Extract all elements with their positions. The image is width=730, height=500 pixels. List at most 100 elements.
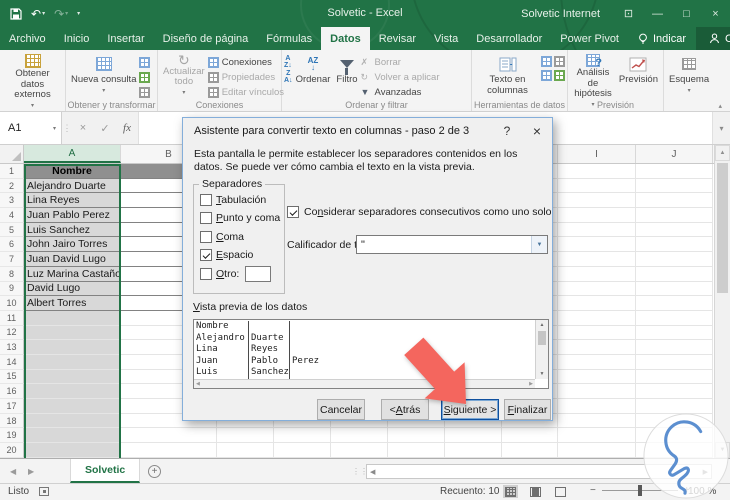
tab-fórmulas[interactable]: Fórmulas — [257, 27, 321, 50]
cell-A15[interactable] — [24, 369, 121, 385]
cell-J11[interactable] — [636, 310, 713, 326]
preview-scroll-left-icon[interactable]: ◀ — [196, 381, 200, 387]
close-button[interactable]: × — [701, 0, 730, 27]
cell-J4[interactable] — [636, 208, 713, 223]
cell-I11[interactable] — [558, 310, 636, 326]
row-header-7[interactable]: 7 — [0, 252, 24, 267]
consecutive-separators-checkbox[interactable]: Considerar separadores consecutivos como… — [287, 206, 552, 218]
page-layout-view-button[interactable] — [528, 485, 543, 498]
reapply-button[interactable]: ↻ Volver a aplicar — [361, 70, 440, 84]
cell-A16[interactable] — [24, 384, 121, 399]
cell-A1[interactable]: Nombre — [24, 164, 121, 179]
row-header-3[interactable]: 3 — [0, 193, 24, 209]
tab-archivo[interactable]: Archivo — [0, 27, 55, 50]
cell-I15[interactable] — [558, 369, 636, 385]
cell-C20[interactable] — [217, 443, 274, 458]
get-external-data-button[interactable]: Obtener datos externos ▾ — [2, 52, 63, 109]
cell-G20[interactable] — [445, 443, 502, 458]
row-header-13[interactable]: 13 — [0, 340, 24, 355]
cell-A2[interactable]: Alejandro Duarte — [24, 178, 121, 194]
collapse-ribbon-icon[interactable]: ▴ — [718, 102, 722, 110]
cell-J13[interactable] — [636, 340, 713, 355]
cell-I4[interactable] — [558, 208, 636, 223]
name-box[interactable]: A1 ▾ — [0, 112, 62, 144]
cell-J6[interactable] — [636, 237, 713, 253]
cell-E20[interactable] — [331, 443, 388, 458]
formula-bar-splitter[interactable]: ⋮ — [62, 112, 72, 144]
cell-I5[interactable] — [558, 222, 636, 238]
cell-A18[interactable] — [24, 413, 121, 429]
data-validation-icon[interactable] — [541, 70, 552, 81]
cell-I1[interactable] — [558, 164, 636, 179]
preview-vertical-scrollbar[interactable]: ▲ ▼ — [535, 320, 548, 379]
cell-J15[interactable] — [636, 369, 713, 385]
sort-az-button[interactable]: A Z↓ — [284, 55, 293, 69]
remove-duplicates-icon[interactable] — [554, 56, 565, 67]
cell-I12[interactable] — [558, 325, 636, 341]
combobox-dropdown-icon[interactable]: ▼ — [531, 236, 547, 253]
cell-I9[interactable] — [558, 281, 636, 297]
cell-C19[interactable] — [217, 428, 274, 444]
row-header-17[interactable]: 17 — [0, 399, 24, 414]
redo-button[interactable]: ↷ ▾ — [54, 7, 68, 21]
other-separator-input[interactable] — [245, 265, 272, 282]
row-header-2[interactable]: 2 — [0, 178, 24, 194]
dialog-help-button[interactable]: ? — [492, 118, 522, 144]
row-header-12[interactable]: 12 — [0, 325, 24, 341]
cell-A4[interactable]: Juan Pablo Perez — [24, 208, 121, 223]
preview-scroll-up-icon[interactable]: ▲ — [536, 320, 548, 330]
cancelar-button[interactable]: Cancelar — [317, 399, 365, 420]
separator-option-espacio[interactable]: Espacio — [200, 249, 280, 262]
flash-fill-icon[interactable] — [541, 56, 552, 67]
row-header-11[interactable]: 11 — [0, 310, 24, 326]
from-table-button[interactable] — [139, 70, 151, 84]
scroll-left-icon[interactable]: ◀ — [370, 468, 375, 476]
sheet-tab-solvetic[interactable]: Solvetic — [70, 459, 141, 483]
preview-scroll-down-icon[interactable]: ▼ — [536, 369, 548, 379]
scroll-up-icon[interactable]: ▲ — [715, 145, 730, 161]
cell-I10[interactable] — [558, 296, 636, 311]
save-button[interactable] — [10, 7, 22, 20]
clear-filter-button[interactable]: ✗ Borrar — [361, 55, 440, 69]
row-header-20[interactable]: 20 — [0, 443, 24, 458]
cell-A3[interactable]: Lina Reyes — [24, 193, 121, 209]
cell-F19[interactable] — [388, 428, 445, 444]
cell-J12[interactable] — [636, 325, 713, 341]
new-query-button[interactable]: Nueva consulta ▾ — [68, 52, 139, 100]
cell-J16[interactable] — [636, 384, 713, 399]
cell-J2[interactable] — [636, 178, 713, 194]
separator-option-punto-y-coma[interactable]: Punto y coma — [200, 212, 280, 225]
tell-me-button[interactable]: Indicar — [628, 27, 696, 50]
cell-D20[interactable] — [274, 443, 331, 458]
cell-J8[interactable] — [636, 266, 713, 282]
sort-za-button[interactable]: Z A↓ — [284, 70, 293, 84]
cell-I18[interactable] — [558, 413, 636, 429]
cell-I13[interactable] — [558, 340, 636, 355]
cell-A9[interactable]: David Lugo — [24, 281, 121, 297]
properties-button[interactable]: Propiedades — [207, 70, 284, 84]
cell-J7[interactable] — [636, 252, 713, 267]
outline-button[interactable]: Esquema ▾ — [666, 52, 712, 100]
row-header-16[interactable]: 16 — [0, 384, 24, 399]
cell-A12[interactable] — [24, 325, 121, 341]
forecast-sheet-button[interactable]: Previsión — [616, 52, 661, 100]
tab-desarrollador[interactable]: Desarrollador — [467, 27, 551, 50]
cancel-entry-button[interactable]: × — [72, 112, 94, 144]
cell-I6[interactable] — [558, 237, 636, 253]
cell-A5[interactable]: Luis Sanchez — [24, 222, 121, 238]
row-header-15[interactable]: 15 — [0, 369, 24, 385]
cell-J9[interactable] — [636, 281, 713, 297]
cell-I17[interactable] — [558, 399, 636, 414]
cell-A14[interactable] — [24, 354, 121, 370]
cell-I3[interactable] — [558, 193, 636, 209]
row-header-1[interactable]: 1 — [0, 164, 24, 179]
cell-H19[interactable] — [502, 428, 558, 444]
cell-A13[interactable] — [24, 340, 121, 355]
consolidate-icon[interactable] — [554, 70, 565, 81]
separator-option-otro[interactable]: Otro: — [200, 265, 280, 282]
dialog-close-button[interactable]: × — [522, 118, 552, 144]
undo-button[interactable]: ↶ ▾ — [31, 7, 45, 21]
row-header-9[interactable]: 9 — [0, 281, 24, 297]
sort-button[interactable]: AZ ↓ Ordenar — [293, 52, 334, 100]
zoom-out-button[interactable]: − — [590, 485, 596, 496]
